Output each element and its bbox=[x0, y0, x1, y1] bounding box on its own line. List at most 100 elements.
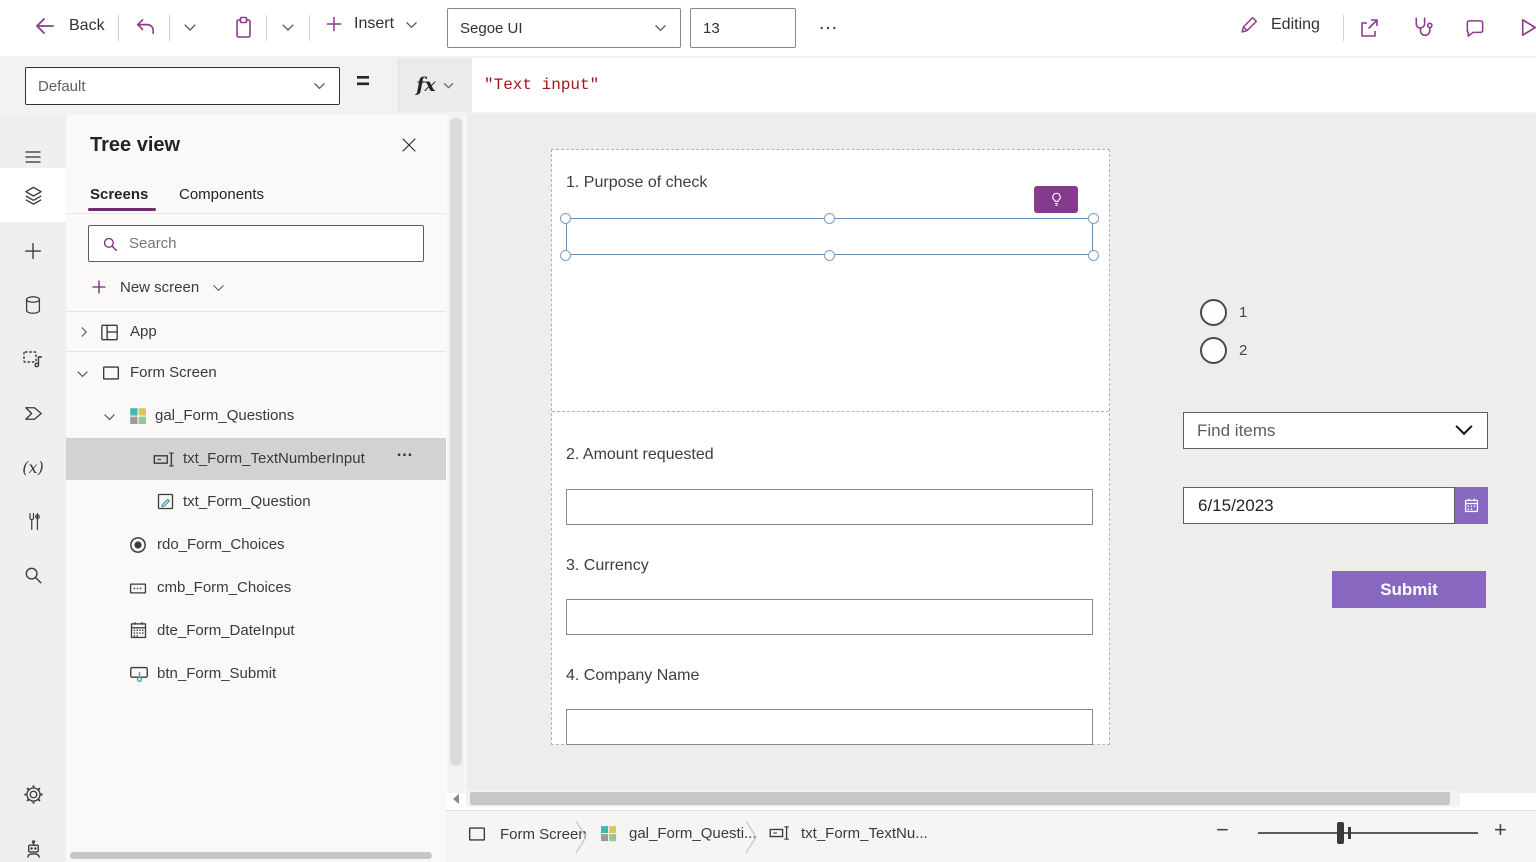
selection-handle[interactable] bbox=[824, 250, 835, 261]
plus-icon bbox=[22, 240, 44, 262]
virtual-agent-rail-button[interactable] bbox=[0, 822, 66, 862]
chevron-down-icon bbox=[76, 369, 89, 379]
chevron-down-icon bbox=[442, 81, 455, 91]
insert-label: Insert bbox=[354, 15, 394, 33]
scrollbar-thumb[interactable] bbox=[470, 792, 1450, 805]
gallery-item-1[interactable]: 1. Purpose of check bbox=[552, 150, 1109, 412]
zoom-slider-track[interactable] bbox=[1258, 832, 1478, 834]
breadcrumb-gallery[interactable]: gal_Form_Questi... bbox=[598, 823, 757, 844]
close-panel-button[interactable] bbox=[400, 136, 418, 154]
tree-item-submit-button[interactable]: btn_Form_Submit bbox=[66, 653, 446, 695]
tree-search-box[interactable] bbox=[88, 225, 424, 262]
font-size-input[interactable]: 13 bbox=[690, 8, 796, 48]
radio-label: 1 bbox=[1239, 304, 1247, 321]
plus-icon bbox=[324, 14, 344, 34]
radio-option-2[interactable] bbox=[1200, 337, 1227, 364]
tree-item-text-number-input[interactable]: txt_Form_TextNumberInput … bbox=[66, 438, 446, 480]
gallery-icon bbox=[598, 823, 619, 844]
active-tab-underline bbox=[88, 208, 156, 211]
selection-handle[interactable] bbox=[560, 250, 571, 261]
tree-item-label: rdo_Form_Choices bbox=[157, 536, 285, 553]
formula-input[interactable]: "Text input" bbox=[472, 58, 1536, 112]
tree-item-form-screen[interactable]: Form Screen bbox=[66, 352, 446, 394]
editing-label: Editing bbox=[1271, 16, 1320, 34]
tree-panel-horizontal-scrollbar[interactable] bbox=[70, 852, 432, 859]
zoom-slider-thumb[interactable] bbox=[1337, 822, 1344, 844]
canvas-vertical-scrollbar[interactable] bbox=[447, 114, 465, 793]
find-items-combobox[interactable]: Find items bbox=[1183, 412, 1488, 449]
editing-mode-button[interactable]: Editing bbox=[1238, 14, 1320, 36]
button-icon bbox=[128, 663, 150, 685]
variables-rail-button[interactable]: (x) bbox=[0, 440, 66, 494]
selection-handle[interactable] bbox=[560, 213, 571, 224]
tree-item-date-input[interactable]: dte_Form_DateInput bbox=[66, 610, 446, 652]
radio-option-1[interactable] bbox=[1200, 299, 1227, 326]
calendar-picker-button[interactable] bbox=[1455, 487, 1488, 524]
hscroll-left-arrow[interactable] bbox=[447, 791, 465, 806]
paste-button[interactable] bbox=[231, 15, 255, 41]
undo-icon bbox=[134, 16, 157, 39]
app-checker-stethoscope-button[interactable] bbox=[1410, 15, 1435, 40]
insert-rail-button[interactable] bbox=[0, 224, 66, 278]
scrollbar-thumb[interactable] bbox=[450, 118, 462, 766]
preview-play-button[interactable] bbox=[1516, 16, 1536, 39]
date-value: 6/15/2023 bbox=[1198, 496, 1274, 516]
font-family-value: Segoe UI bbox=[460, 20, 523, 37]
gear-icon bbox=[22, 783, 45, 806]
canvas-area: 1. Purpose of check 2. Amount requested bbox=[466, 114, 1536, 793]
tab-components[interactable]: Components bbox=[179, 186, 264, 203]
tree-item-radio[interactable]: rdo_Form_Choices bbox=[66, 524, 446, 566]
tree-item-question-label[interactable]: txt_Form_Question bbox=[66, 481, 446, 523]
insert-button[interactable]: Insert bbox=[324, 14, 419, 34]
close-icon bbox=[400, 136, 418, 154]
top-toolbar: Back Insert bbox=[0, 0, 1536, 56]
fx-button[interactable]: fx bbox=[398, 58, 472, 112]
tree-view-rail-button[interactable] bbox=[0, 168, 66, 222]
property-select[interactable]: Default bbox=[25, 67, 340, 105]
search-input[interactable] bbox=[129, 235, 389, 252]
tree-item-overflow-button[interactable]: … bbox=[396, 441, 414, 461]
gallery-form-questions[interactable]: 1. Purpose of check 2. Amount requested bbox=[551, 149, 1110, 745]
selection-handle[interactable] bbox=[1088, 213, 1099, 224]
copilot-ideas-badge[interactable] bbox=[1034, 186, 1078, 213]
tree-item-app[interactable]: App bbox=[66, 311, 446, 352]
tree-item-combobox[interactable]: cmb_Form_Choices bbox=[66, 567, 446, 609]
zoom-in-button[interactable]: + bbox=[1494, 817, 1507, 843]
media-rail-button[interactable] bbox=[0, 332, 66, 386]
share-button[interactable] bbox=[1357, 16, 1381, 40]
submit-button[interactable]: Submit bbox=[1332, 571, 1486, 608]
undo-dropdown-chevron[interactable] bbox=[182, 22, 198, 34]
text-input-company[interactable] bbox=[566, 709, 1093, 745]
date-input[interactable]: 6/15/2023 bbox=[1183, 487, 1455, 524]
tree-item-label: txt_Form_Question bbox=[183, 493, 311, 510]
advanced-tools-rail-button[interactable] bbox=[0, 494, 66, 548]
tree-item-gallery[interactable]: gal_Form_Questions bbox=[66, 395, 446, 437]
left-navigation-rail: (x) bbox=[0, 114, 66, 862]
breadcrumb-text-input[interactable]: txt_Form_TextNu... bbox=[768, 823, 928, 843]
variables-icon: (x) bbox=[22, 458, 44, 477]
back-button[interactable]: Back bbox=[33, 14, 105, 38]
search-rail-button[interactable] bbox=[0, 548, 66, 602]
tab-screens[interactable]: Screens bbox=[90, 186, 148, 203]
panel-title: Tree view bbox=[90, 134, 180, 157]
power-automate-rail-button[interactable] bbox=[0, 386, 66, 440]
comments-button[interactable] bbox=[1463, 17, 1487, 40]
text-input-icon bbox=[152, 449, 176, 470]
undo-button[interactable] bbox=[134, 16, 157, 39]
chevron-down-icon bbox=[312, 81, 327, 92]
new-screen-button[interactable]: New screen bbox=[90, 272, 226, 302]
breadcrumb-form-screen[interactable]: Form Screen bbox=[466, 823, 587, 845]
chevron-down-icon bbox=[211, 283, 226, 294]
formula-bar: Default = fx "Text input" bbox=[0, 56, 1536, 114]
data-rail-button[interactable] bbox=[0, 278, 66, 332]
combobox-icon bbox=[127, 578, 149, 599]
paste-dropdown-chevron[interactable] bbox=[280, 22, 296, 34]
text-input-currency[interactable] bbox=[566, 599, 1093, 635]
selection-handle[interactable] bbox=[824, 213, 835, 224]
selection-handle[interactable] bbox=[1088, 250, 1099, 261]
toolbar-overflow-button[interactable]: … bbox=[818, 12, 839, 35]
font-family-select[interactable]: Segoe UI bbox=[447, 8, 681, 48]
zoom-out-button[interactable]: − bbox=[1216, 817, 1229, 843]
text-input-amount[interactable] bbox=[566, 489, 1093, 525]
settings-rail-button[interactable] bbox=[0, 767, 66, 821]
